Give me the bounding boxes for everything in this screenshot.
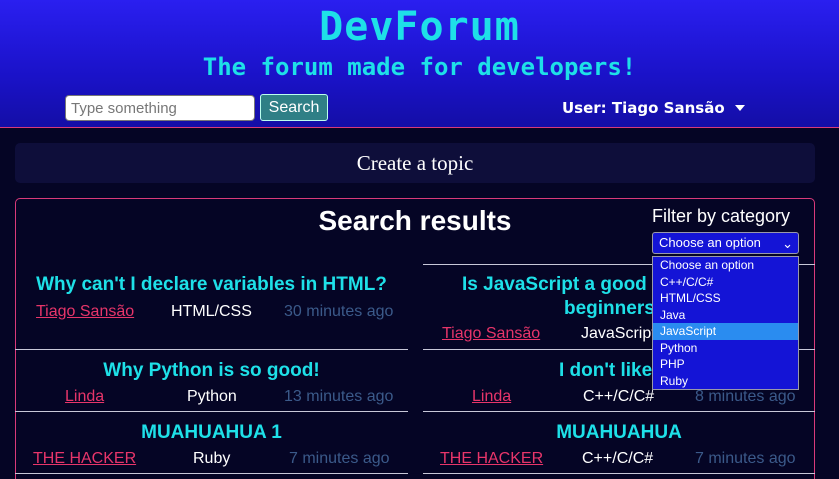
dropdown-option[interactable]: PHP — [653, 356, 798, 373]
user-label: User: Tiago Sansão — [562, 99, 725, 117]
topic-time: 13 minutes ago — [284, 388, 394, 405]
topic-author[interactable]: Tiago Sansão — [36, 303, 134, 321]
user-menu[interactable]: User: Tiago Sansão — [562, 96, 745, 120]
dropdown-option[interactable]: HTML/CSS — [653, 290, 798, 307]
topic-card[interactable]: Why Python is so good! Linda Python 13 m… — [15, 352, 408, 414]
topic-author[interactable]: Linda — [472, 388, 511, 406]
dropdown-option[interactable]: C++/C/C# — [653, 274, 798, 291]
filter-label: Filter by category — [652, 206, 791, 226]
divider — [423, 411, 815, 412]
site-subtitle: The forum made for developers! — [202, 53, 637, 81]
dropdown-option[interactable]: Java — [653, 307, 798, 324]
divider — [15, 411, 408, 412]
topic-category: C++/C/C# — [583, 388, 655, 405]
topic-author[interactable]: Linda — [65, 388, 104, 406]
caret-down-icon — [734, 105, 745, 111]
divider — [423, 473, 815, 474]
dropdown-option[interactable]: Choose an option — [653, 257, 798, 274]
dropdown-option[interactable]: Python — [653, 340, 798, 357]
category-dropdown-list: Choose an option C++/C/C# HTML/CSS Java … — [652, 256, 799, 390]
topic-author[interactable]: THE HACKER — [33, 450, 136, 468]
topic-time: 7 minutes ago — [289, 450, 390, 467]
site-title: DevForum — [319, 4, 520, 50]
category-filter-select[interactable]: Choose an option ⌄ — [652, 232, 799, 254]
topic-title[interactable]: Why can't I declare variables in HTML? — [15, 274, 408, 296]
dropdown-option[interactable]: Ruby — [653, 373, 798, 390]
site-header: DevForum The forum made for developers! … — [0, 0, 839, 128]
topic-title[interactable]: MUAHUAHUA 1 — [15, 422, 408, 444]
topic-category: Python — [187, 388, 237, 405]
topic-title[interactable]: Why Python is so good! — [15, 360, 408, 382]
search-input[interactable] — [65, 95, 255, 121]
topic-card[interactable]: Why can't I declare variables in HTML? T… — [15, 266, 408, 328]
topic-author[interactable]: THE HACKER — [440, 450, 543, 468]
topic-time: 8 minutes ago — [695, 388, 796, 405]
topic-category: C++/C/C# — [582, 450, 654, 467]
topic-category: Ruby — [193, 450, 231, 467]
create-topic-button[interactable]: Create a topic — [15, 143, 815, 183]
topic-author[interactable]: Tiago Sansão — [442, 325, 540, 343]
topic-title[interactable]: MUAHUAHUA — [423, 422, 815, 444]
divider — [15, 349, 408, 350]
search-button[interactable]: Search — [260, 94, 328, 121]
topic-time: 7 minutes ago — [695, 450, 796, 467]
dropdown-option-highlighted[interactable]: JavaScript — [653, 323, 798, 340]
topic-time: 30 minutes ago — [284, 303, 394, 320]
filter-selected-value: Choose an option — [659, 235, 761, 250]
topic-card[interactable]: MUAHUAHUA 1 THE HACKER Ruby 7 minutes ag… — [15, 414, 408, 476]
chevron-down-icon: ⌄ — [782, 236, 793, 251]
divider — [15, 473, 408, 474]
topic-category: JavaScript — [581, 325, 656, 342]
topic-card[interactable]: MUAHUAHUA THE HACKER C++/C/C# 7 minutes … — [423, 414, 815, 476]
topic-category: HTML/CSS — [171, 303, 252, 320]
